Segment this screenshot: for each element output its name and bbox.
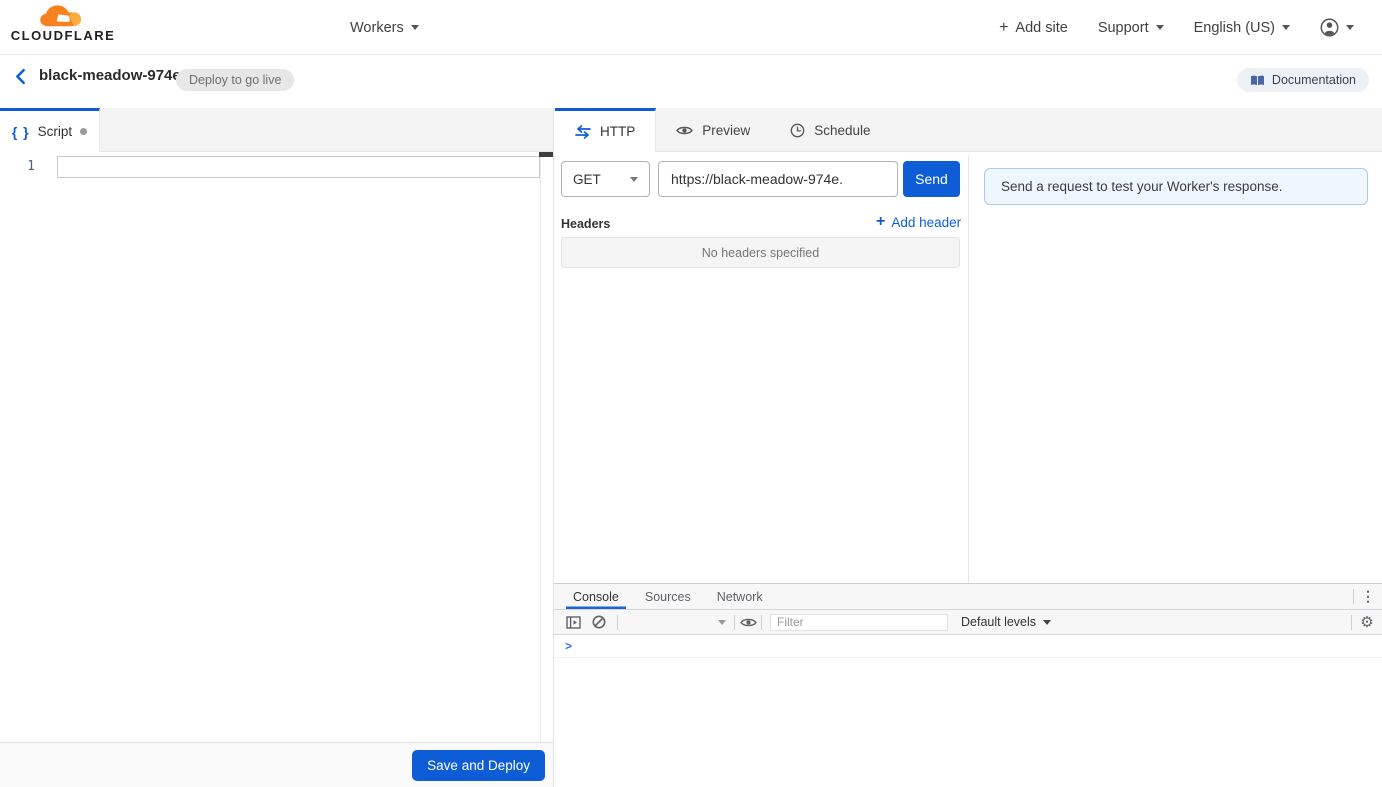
send-button[interactable]: Send [903,161,960,197]
cloudflare-cloud-icon [37,5,89,27]
braces-icon: { } [11,123,30,140]
devtools-more-menu-icon[interactable]: ⋮ [1354,584,1382,609]
add-header-button[interactable]: + Add header [876,213,961,231]
documentation-button[interactable]: Documentation [1236,68,1369,92]
chevron-down-icon [718,619,726,625]
add-site-label: Add site [1015,19,1068,36]
editor-tabbar: { } Script [0,108,553,152]
tab-preview-label: Preview [702,122,751,138]
console-settings-gear-icon[interactable]: ⚙ [1352,613,1382,631]
worker-name-title: black-meadow-974e [39,67,181,84]
request-url-input[interactable] [658,161,898,197]
editor-active-line[interactable] [57,156,540,178]
tab-script[interactable]: { } Script [0,108,100,152]
chevron-down-icon [1346,25,1354,30]
editor-scrollbar-track [540,152,541,742]
method-select[interactable]: GET [561,161,650,197]
tab-http[interactable]: HTTP [555,108,657,152]
support-menu[interactable]: Support [1098,20,1164,36]
console-prompt-row[interactable]: > [554,635,1382,658]
log-levels-label: Default levels [961,615,1037,629]
log-levels-dropdown[interactable]: Default levels [961,615,1052,629]
devtools-tab-sources[interactable]: Sources [638,584,698,609]
devtools-tab-network[interactable]: Network [710,584,770,609]
clock-icon [790,123,805,138]
top-nav: CLOUDFLARE Workers + Add site Support En… [0,0,1382,55]
devtools-tabbar-spacer [770,584,1353,609]
no-headers-placeholder: No headers specified [561,237,960,268]
devtools-tab-console[interactable]: Console [566,584,626,609]
chevron-down-icon [1155,25,1164,30]
tab-preview[interactable]: Preview [656,108,770,152]
worker-header: black-meadow-974e Deploy to go live Docu… [0,55,1382,100]
chevron-down-icon [1043,619,1052,625]
workers-menu-label: Workers [350,19,404,36]
plus-icon: + [876,213,886,230]
request-response-divider [968,155,969,583]
account-avatar-icon [1320,18,1339,37]
cloudflare-wordmark: CLOUDFLARE [10,28,116,43]
method-select-value: GET [573,171,601,187]
book-icon [1250,74,1265,87]
back-button[interactable] [13,68,28,85]
console-filter-input[interactable] [770,613,948,631]
headers-section-label: Headers [561,217,611,231]
chevron-down-icon [410,25,419,30]
editor-scrollbar-thumb[interactable] [539,152,553,157]
deploy-status-badge: Deploy to go live [176,69,295,91]
nav-right-group: + Add site Support English (US) [999,0,1354,55]
divider [761,614,762,630]
add-site-button[interactable]: + Add site [999,19,1068,37]
devtools-tabbar: Console Sources Network ⋮ [554,584,1382,610]
devtools-panel: Console Sources Network ⋮ Filter Default… [554,583,1382,787]
console-sidebar-toggle-icon[interactable] [560,610,586,634]
chevron-down-icon [630,176,638,182]
tab-schedule[interactable]: Schedule [770,108,890,152]
javascript-context-select[interactable] [618,610,734,634]
live-expression-eye-icon[interactable] [735,610,761,634]
documentation-label: Documentation [1271,73,1356,87]
plus-icon: + [999,18,1009,36]
console-toolbar: Default levels ⚙ [554,610,1382,635]
workers-editor-screen: CLOUDFLARE Workers + Add site Support En… [0,0,1382,787]
save-and-deploy-button[interactable]: Save and Deploy [412,749,545,781]
tab-http-label: HTTP [600,124,636,139]
language-label: English (US) [1193,19,1275,36]
unsaved-dot-icon [80,128,88,135]
workers-menu[interactable]: Workers [350,0,419,55]
cloudflare-logo[interactable]: CLOUDFLARE [10,5,116,43]
clear-console-icon[interactable] [586,610,612,634]
http-arrows-icon [575,124,591,139]
add-header-label: Add header [891,214,962,230]
eye-icon [676,125,694,136]
tab-schedule-label: Schedule [814,122,871,138]
editor-footer: Save and Deploy [0,742,553,787]
account-menu[interactable] [1320,18,1354,37]
language-menu[interactable]: English (US) [1194,20,1290,36]
support-label: Support [1097,19,1149,36]
chevron-down-icon [1282,25,1290,30]
request-tabbar: HTTP Preview Schedule [555,108,1382,152]
console-prompt-chevron-icon: > [565,639,573,653]
script-tab-label: Script [37,124,73,139]
editor-line-number: 1 [27,159,35,174]
response-hint-banner: Send a request to test your Worker's res… [984,168,1368,205]
